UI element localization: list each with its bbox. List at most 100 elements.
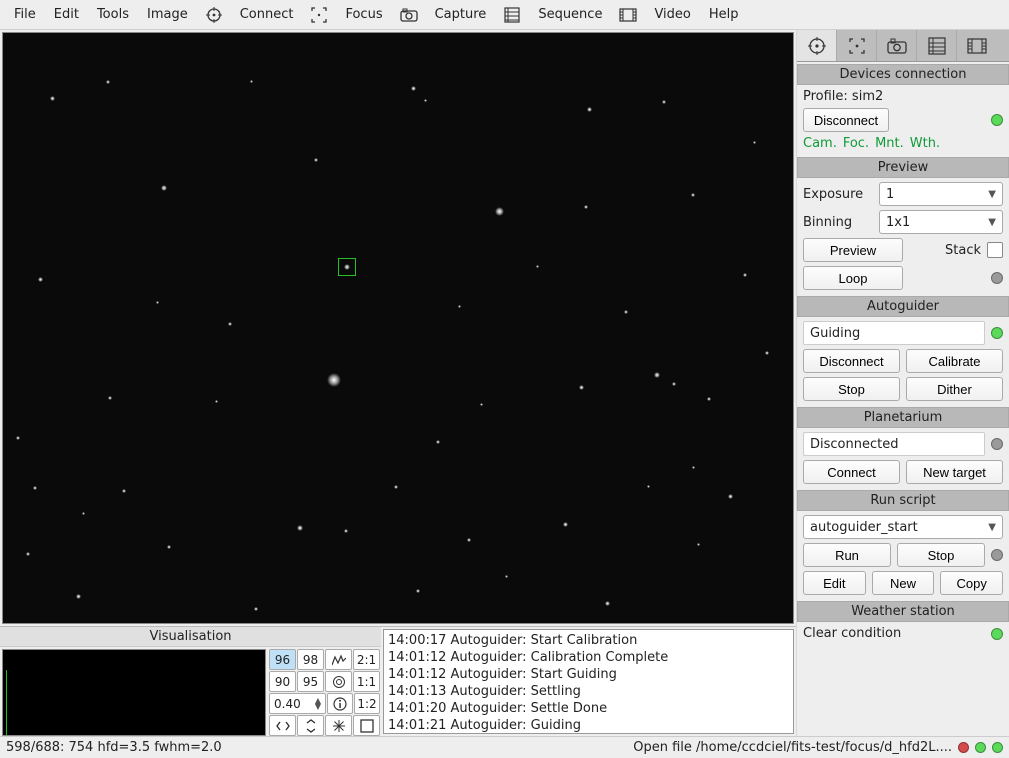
status-bar: 598/688: 754 hfd=3.5 fwhm=2.0 Open file … (0, 736, 1009, 758)
histogram[interactable] (2, 649, 266, 736)
btn-zoom-21[interactable]: 2:1 (353, 649, 380, 670)
menu-file[interactable]: File (6, 5, 44, 24)
script-run-button[interactable]: Run (803, 543, 891, 567)
btn-90[interactable]: 90 (269, 671, 296, 692)
focus-icon (309, 5, 329, 25)
menu-edit[interactable]: Edit (46, 5, 87, 24)
image-view[interactable] (2, 32, 794, 624)
exposure-value: 1 (886, 187, 894, 202)
tab-sequence-icon[interactable] (917, 30, 957, 61)
btn-nav-lr-icon[interactable] (269, 715, 296, 736)
right-tabstrip (797, 30, 1009, 62)
sequence-icon (502, 5, 522, 25)
menu-tools[interactable]: Tools (89, 5, 137, 24)
chevron-down-icon: ▼ (988, 189, 996, 200)
connect-icon (204, 5, 224, 25)
menu-help[interactable]: Help (701, 5, 747, 24)
script-stop-button[interactable]: Stop (897, 543, 985, 567)
status-led-3-icon (992, 742, 1003, 753)
planetarium-header: Planetarium (797, 407, 1009, 428)
capture-icon (399, 5, 419, 25)
menu-image[interactable]: Image (139, 5, 196, 24)
btn-fit-icon[interactable] (353, 715, 380, 736)
tab-focus-icon[interactable] (837, 30, 877, 61)
preview-header: Preview (797, 157, 1009, 178)
log-line: 14:01:21 Autoguider: Guiding (388, 717, 789, 734)
btn-info-icon[interactable] (327, 693, 353, 714)
status-left: 598/688: 754 hfd=3.5 fwhm=2.0 (6, 740, 222, 755)
planetarium-led-icon (991, 438, 1003, 450)
btn-95[interactable]: 95 (297, 671, 324, 692)
exposure-select[interactable]: 1 ▼ (879, 182, 1003, 206)
visualisation-panel: Visualisation 96 98 2:1 (0, 627, 381, 736)
ag-calibrate-button[interactable]: Calibrate (906, 349, 1003, 373)
binning-label: Binning (803, 215, 873, 230)
btn-star-icon[interactable] (325, 715, 352, 736)
menu-capture[interactable]: Capture (427, 5, 495, 24)
log-line: 14:01:20 Autoguider: Settle Done (388, 700, 789, 717)
btn-98[interactable]: 98 (297, 649, 324, 670)
devices-status: Cam. Foc. Mnt. Wth. (803, 136, 1003, 151)
exposure-label: Exposure (803, 187, 873, 202)
binning-select[interactable]: 1x1 ▼ (879, 210, 1003, 234)
tab-capture-icon[interactable] (877, 30, 917, 61)
devices-led-icon (991, 114, 1003, 126)
btn-zoom-11[interactable]: 1:1 (353, 671, 380, 692)
loop-led-icon (991, 272, 1003, 284)
script-new-button[interactable]: New (872, 571, 935, 595)
weather-status: Clear condition (803, 626, 901, 641)
runscript-header: Run script (797, 490, 1009, 511)
visualisation-title: Visualisation (0, 627, 381, 647)
weather-led-icon (991, 628, 1003, 640)
ag-disconnect-button[interactable]: Disconnect (803, 349, 900, 373)
btn-96[interactable]: 96 (269, 649, 296, 670)
btn-zoom-12[interactable]: 1:2 (354, 693, 380, 714)
btn-bullseye-icon[interactable] (325, 671, 352, 692)
weather-header: Weather station (797, 601, 1009, 622)
autoguider-header: Autoguider (797, 296, 1009, 317)
tab-connect-icon[interactable] (797, 30, 837, 61)
menu-focus[interactable]: Focus (337, 5, 390, 24)
loop-button[interactable]: Loop (803, 266, 903, 290)
script-value: autoguider_start (810, 520, 918, 535)
script-select[interactable]: autoguider_start ▼ (803, 515, 1003, 539)
menu-connect[interactable]: Connect (232, 5, 302, 24)
tab-video-icon[interactable] (957, 30, 997, 61)
ag-stop-button[interactable]: Stop (803, 377, 900, 401)
planetarium-connect-button[interactable]: Connect (803, 460, 900, 484)
autoguider-led-icon (991, 327, 1003, 339)
status-right-text: Open file /home/ccdciel/fits-test/focus/… (633, 740, 952, 755)
log-panel[interactable]: 14:00:17 Autoguider: Start Calibration 1… (383, 629, 794, 734)
gamma-spin[interactable]: 0.40 ▲▼ (269, 693, 326, 714)
video-icon (618, 5, 638, 25)
btn-nav-ud-icon[interactable] (297, 715, 324, 736)
script-edit-button[interactable]: Edit (803, 571, 866, 595)
gamma-value: 0.40 (274, 697, 301, 711)
menu-sequence[interactable]: Sequence (530, 5, 610, 24)
ag-dither-button[interactable]: Dither (906, 377, 1003, 401)
stack-checkbox[interactable] (987, 242, 1003, 258)
stack-label: Stack (945, 243, 981, 258)
script-led-icon (991, 549, 1003, 561)
status-led-2-icon (975, 742, 986, 753)
chevron-down-icon: ▼ (988, 217, 996, 228)
spin-arrows-icon[interactable]: ▲▼ (315, 698, 321, 710)
binning-value: 1x1 (886, 215, 910, 230)
log-line: 14:01:12 Autoguider: Calibration Complet… (388, 649, 789, 666)
status-led-1-icon (958, 742, 969, 753)
log-line: 14:01:13 Autoguider: Settling (388, 683, 789, 700)
script-copy-button[interactable]: Copy (940, 571, 1003, 595)
btn-histogram-icon[interactable] (325, 649, 352, 670)
planetarium-newtarget-button[interactable]: New target (906, 460, 1003, 484)
star-selection-box (338, 258, 356, 276)
chevron-down-icon: ▼ (988, 522, 996, 533)
preview-button[interactable]: Preview (803, 238, 903, 262)
log-line: 14:00:17 Autoguider: Start Calibration (388, 632, 789, 649)
menubar: File Edit Tools Image Connect Focus Capt… (0, 0, 1009, 30)
profile-label: Profile: sim2 (803, 89, 883, 104)
devices-header: Devices connection (797, 64, 1009, 85)
planetarium-status: Disconnected (803, 432, 985, 456)
disconnect-button[interactable]: Disconnect (803, 108, 889, 132)
log-line: 14:01:12 Autoguider: Start Guiding (388, 666, 789, 683)
menu-video[interactable]: Video (646, 5, 698, 24)
